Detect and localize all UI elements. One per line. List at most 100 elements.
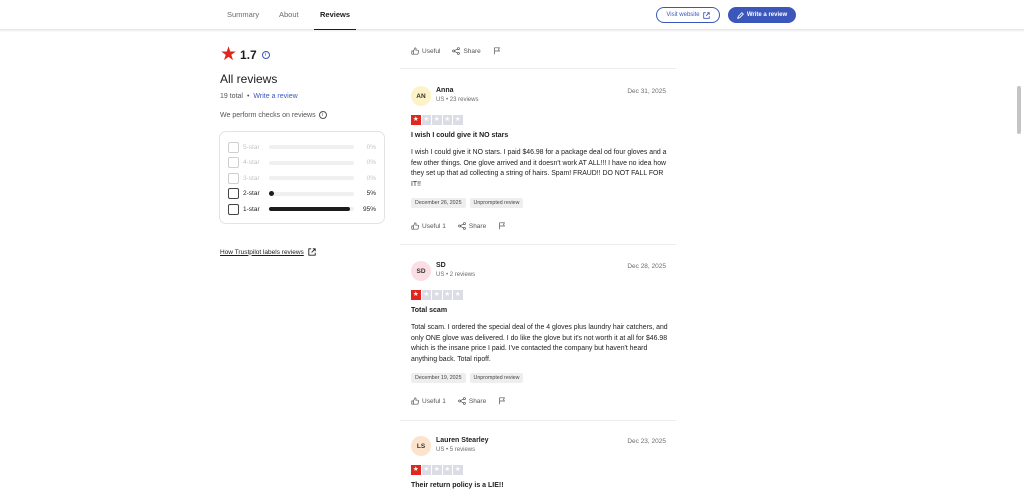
review-date: Dec 31, 2025 <box>627 88 666 95</box>
review-actions: Useful 1 Share <box>411 397 506 405</box>
star-icon: ★ <box>421 115 431 125</box>
star-icon: ★ <box>432 290 442 300</box>
reviewer-meta: US • 2 reviews <box>436 272 476 278</box>
external-link-icon <box>702 11 710 19</box>
tab-summary[interactable]: Summary <box>227 0 259 30</box>
share-icon <box>452 47 461 55</box>
avatar[interactable]: SD <box>411 261 431 281</box>
useful-button[interactable]: Useful 1 <box>411 222 446 230</box>
visit-website-button[interactable]: Visit website <box>656 7 720 23</box>
divider <box>400 420 676 421</box>
filter-4-star[interactable]: 4-star 0% <box>228 157 378 169</box>
distribution-bar <box>269 191 354 196</box>
avatar[interactable]: LS <box>411 436 431 456</box>
star-percent: 95% <box>362 205 376 213</box>
thumbs-up-icon <box>411 222 419 230</box>
review-body: Total scam. I ordered the special deal o… <box>411 324 668 363</box>
reviews-total: 19 total <box>220 93 243 100</box>
avatar[interactable]: AN <box>411 86 431 106</box>
star-icon: ★ <box>411 290 421 300</box>
star-label: 3-star <box>243 174 260 182</box>
reviewer-name[interactable]: Anna <box>436 87 454 94</box>
labels-info-link[interactable]: How Trustpilot labels reviews <box>220 248 316 256</box>
star-percent: 0% <box>366 174 376 182</box>
review-date: Dec 28, 2025 <box>627 263 666 270</box>
unprompted-review-chip[interactable]: Unprompted review <box>469 373 524 383</box>
visit-website-label: Visit website <box>666 12 700 18</box>
write-review-link[interactable]: Write a review <box>253 93 297 100</box>
rating-value: 1.7 <box>240 48 257 62</box>
all-reviews-heading: All reviews <box>220 72 278 86</box>
review-title[interactable]: Their return policy is a LIE!! <box>411 482 504 489</box>
review-tags: December 26, 2025 Unprompted review <box>411 198 524 208</box>
useful-button[interactable]: Useful 1 <box>411 397 446 405</box>
pencil-icon <box>736 11 744 19</box>
share-button[interactable]: Share <box>458 222 486 230</box>
checks-text: We perform checks on reviews <box>220 111 316 119</box>
reviewer-name[interactable]: Lauren Stearley <box>436 437 489 444</box>
reviewer-name[interactable]: SD <box>436 262 446 269</box>
distribution-bar <box>269 176 354 180</box>
distribution-fill <box>269 191 274 196</box>
star-icon: ★ <box>442 115 452 125</box>
star-rating: ★ ★ ★ ★ ★ <box>411 465 463 475</box>
share-button[interactable]: Share <box>458 397 486 405</box>
filter-3-star[interactable]: 3-star 0% <box>228 172 378 184</box>
flag-button[interactable] <box>498 397 506 405</box>
labels-link-text: How Trustpilot labels reviews <box>220 248 304 256</box>
reviews-total-row: 19 total • Write a review <box>220 93 298 100</box>
star-label: 2-star <box>243 190 260 197</box>
checkbox[interactable] <box>228 172 239 184</box>
unprompted-review-chip[interactable]: Unprompted review <box>469 198 524 208</box>
share-button[interactable]: Share <box>452 47 481 55</box>
write-review-button[interactable]: Write a review <box>728 7 796 23</box>
distribution-bar <box>269 160 354 165</box>
useful-label: Useful 1 <box>422 222 446 230</box>
checkbox[interactable] <box>228 157 239 168</box>
star-icon: ★ <box>220 44 238 65</box>
info-icon[interactable]: i <box>261 51 270 59</box>
thumbs-up-icon <box>411 397 419 405</box>
scrollbar-thumb[interactable] <box>1017 86 1021 134</box>
flag-button[interactable] <box>493 47 501 55</box>
star-icon: ★ <box>411 465 421 475</box>
checkbox[interactable] <box>228 203 239 215</box>
share-icon <box>458 222 466 230</box>
useful-label: Useful <box>422 47 441 55</box>
filter-2-star[interactable]: 2-star 5% <box>228 188 378 200</box>
review-tags: December 19, 2025 Unprompted review <box>411 373 524 383</box>
useful-button[interactable]: Useful <box>411 47 440 55</box>
write-review-label: Write a review <box>746 12 788 18</box>
star-rating: ★ ★ ★ ★ ★ <box>411 290 463 300</box>
filter-5-star[interactable]: 5-star 0% <box>228 141 378 153</box>
checkbox[interactable] <box>228 141 239 153</box>
star-icon: ★ <box>432 465 442 475</box>
top-navigation: Summary About Reviews Visit website Writ… <box>0 0 1024 30</box>
star-label: 4-star <box>243 159 260 166</box>
flag-button[interactable] <box>498 222 506 230</box>
star-icon: ★ <box>453 465 463 475</box>
share-label: Share <box>468 222 487 230</box>
divider <box>400 68 676 69</box>
tab-reviews[interactable]: Reviews <box>314 0 356 30</box>
review-checks-note: We perform checks on reviews i <box>220 111 327 119</box>
review-actions: Useful 1 Share <box>411 222 506 230</box>
overall-rating: ★ 1.7 i <box>220 44 270 65</box>
distribution-fill <box>269 207 350 211</box>
distribution-bar <box>269 207 354 211</box>
review-card: LS Lauren Stearley US • 5 reviews Dec 23… <box>411 436 666 496</box>
review-actions: Useful Share <box>411 47 501 55</box>
review-title[interactable]: I wish I could give it NO stars <box>411 132 508 139</box>
star-percent: 5% <box>366 190 376 197</box>
tab-about[interactable]: About <box>279 0 299 30</box>
thumbs-up-icon <box>411 47 419 55</box>
star-icon: ★ <box>411 115 421 125</box>
info-icon[interactable]: i <box>318 111 327 119</box>
review-title[interactable]: Total scam <box>411 307 447 314</box>
separator-dot: • <box>246 93 250 100</box>
share-icon <box>458 397 466 405</box>
flag-icon <box>499 222 506 230</box>
star-icon: ★ <box>453 115 463 125</box>
filter-1-star[interactable]: 1-star 95% <box>228 203 378 215</box>
checkbox[interactable] <box>228 188 239 199</box>
